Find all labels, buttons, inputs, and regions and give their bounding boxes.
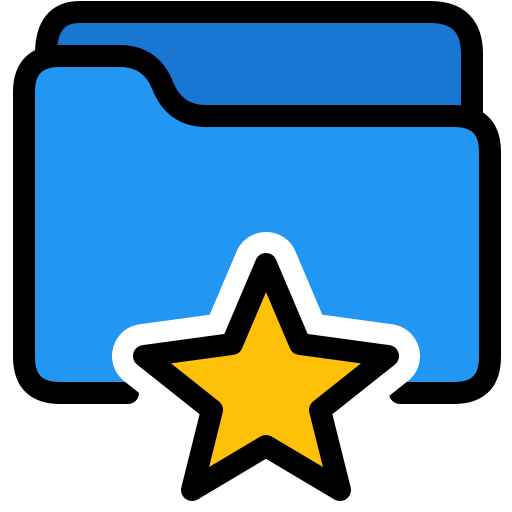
- folder-star-icon: [0, 0, 512, 512]
- folder-star-graphic: [13, 1, 501, 512]
